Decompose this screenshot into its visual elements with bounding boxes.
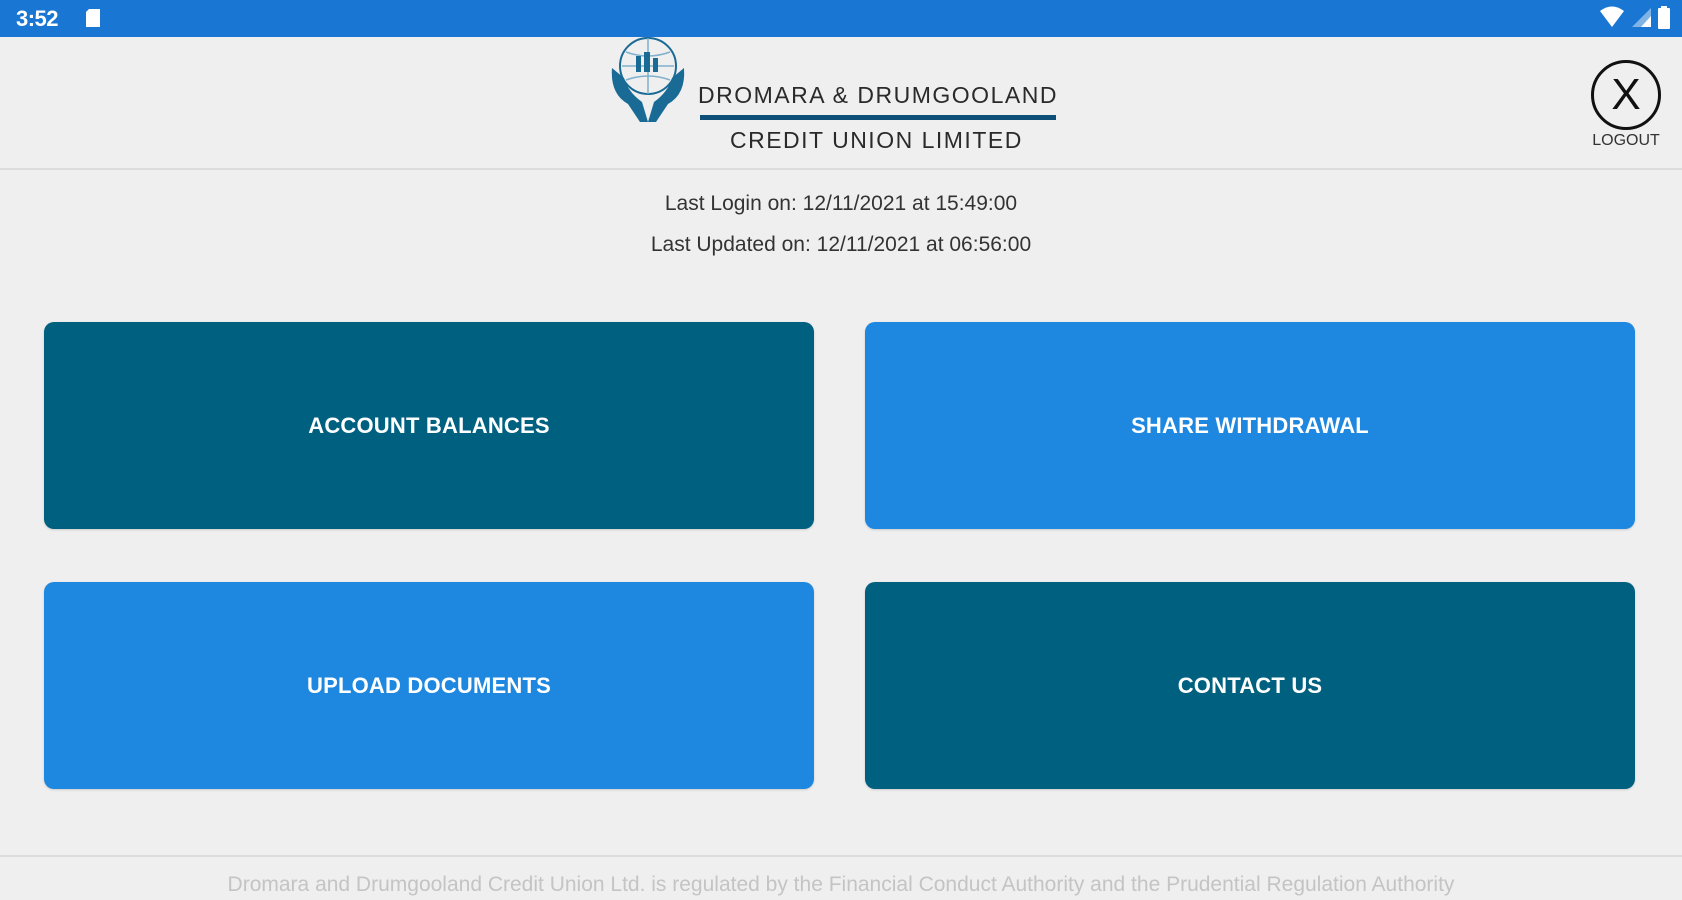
share-withdrawal-button[interactable]: SHARE WITHDRAWAL <box>865 322 1635 529</box>
account-balances-label: ACCOUNT BALANCES <box>308 412 550 438</box>
credit-union-logo: DROMARA & DRUMGOOLAND CREDIT UNION LIMIT… <box>608 34 1058 153</box>
battery-icon <box>1658 6 1670 29</box>
upload-documents-button[interactable]: UPLOAD DOCUMENTS <box>44 582 814 789</box>
contact-us-button[interactable]: CONTACT US <box>865 582 1635 789</box>
last-updated-label: Last Updated on: <box>650 233 811 256</box>
signal-icon <box>1631 8 1651 27</box>
header-divider <box>0 168 1682 170</box>
contact-us-label: CONTACT US <box>1177 672 1323 698</box>
upload-documents-label: UPLOAD DOCUMENTS <box>307 672 551 698</box>
last-login-row: Last Login on: 12/11/2021 at 15:49:00 <box>0 183 1682 224</box>
last-updated-row: Last Updated on: 12/11/2021 at 06:56:00 <box>0 224 1682 265</box>
close-icon: X <box>1591 60 1661 130</box>
last-login-value: 12/11/2021 at 15:49:00 <box>802 192 1018 215</box>
status-icons <box>1599 6 1672 30</box>
hands-globe-emblem-icon <box>611 37 685 122</box>
status-time: 3:52 <box>16 6 59 31</box>
status-bar: 3:52 <box>0 0 1682 37</box>
logo-text-line1: DROMARA & DRUMGOOLAND <box>698 82 1058 108</box>
share-withdrawal-label: SHARE WITHDRAWAL <box>1131 412 1369 438</box>
login-info: Last Login on: 12/11/2021 at 15:49:00 La… <box>0 183 1682 265</box>
regulatory-notice: Dromara and Drumgooland Credit Union Ltd… <box>227 873 1455 896</box>
logo-divider <box>700 115 1056 120</box>
account-balances-button[interactable]: ACCOUNT BALANCES <box>44 322 814 529</box>
logo-text-line2: CREDIT UNION LIMITED <box>730 127 1023 153</box>
last-login-label: Last Login on: <box>664 192 797 215</box>
wifi-icon <box>1600 6 1625 27</box>
last-updated-value: 12/11/2021 at 06:56:00 <box>816 233 1032 256</box>
logout-button[interactable]: X LOGOUT <box>1586 60 1666 160</box>
sd-card-icon <box>86 9 100 27</box>
footer-divider <box>0 855 1682 857</box>
logout-label: LOGOUT <box>1592 132 1660 149</box>
